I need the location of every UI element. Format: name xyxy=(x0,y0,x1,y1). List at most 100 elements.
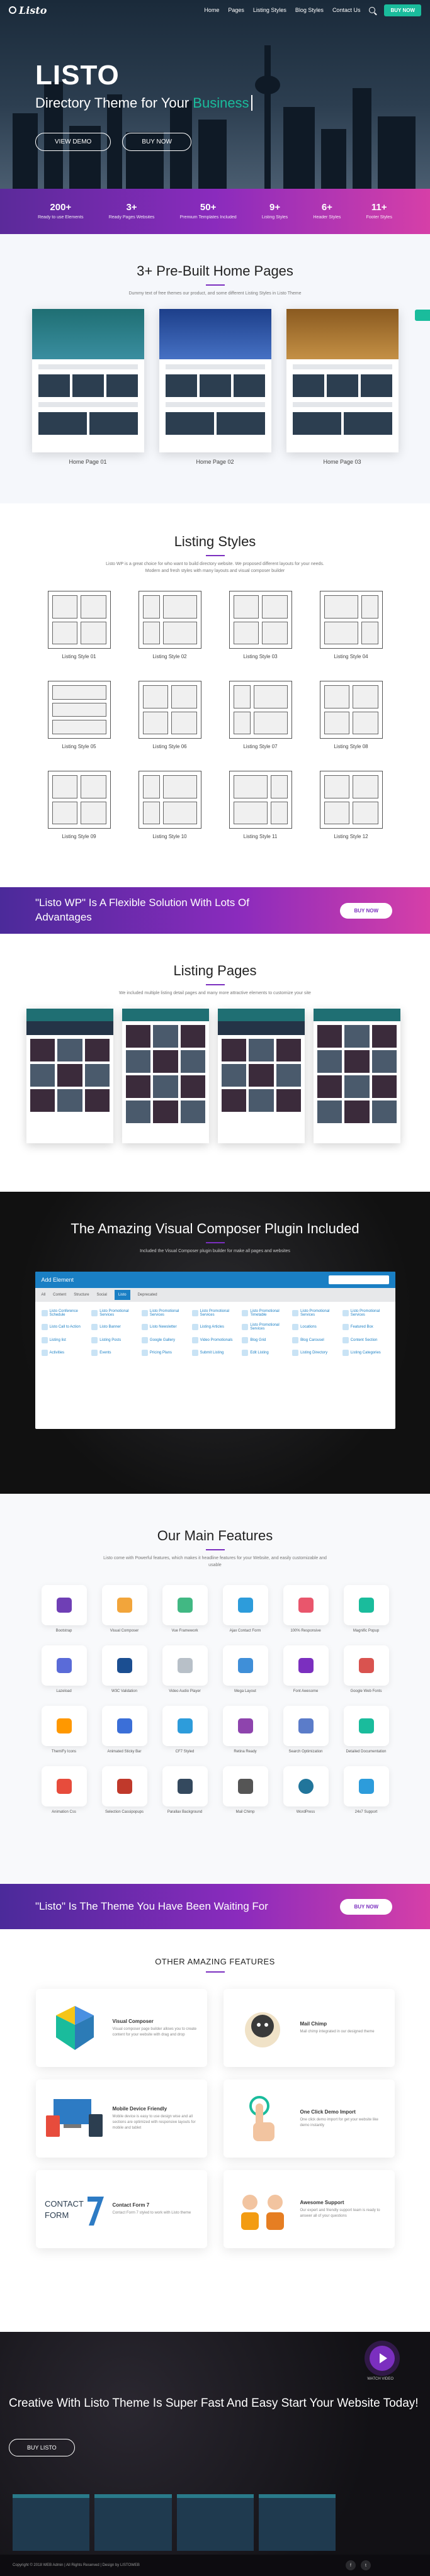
element-icon xyxy=(91,1309,98,1316)
element-label: Listing Posts xyxy=(99,1338,122,1342)
listing-page-preview[interactable] xyxy=(26,1008,113,1143)
element-label: Submit Listing xyxy=(200,1350,224,1355)
homepage-preview-image xyxy=(31,308,144,452)
element-icon xyxy=(191,1349,198,1356)
listing-style-wireframe xyxy=(319,681,383,739)
element-item[interactable]: Listo Promotional Services xyxy=(141,1309,188,1317)
element-item[interactable]: Listing list xyxy=(41,1336,88,1343)
tab-content[interactable]: Content xyxy=(53,1293,66,1297)
element-item[interactable]: Activities xyxy=(41,1349,88,1356)
element-item[interactable]: Locations xyxy=(292,1323,339,1331)
logo[interactable]: Listo xyxy=(9,4,47,16)
element-item[interactable]: Blog Grid xyxy=(242,1336,288,1343)
listing-style-card[interactable]: Listing Style 02 xyxy=(138,591,201,659)
listing-page-preview[interactable] xyxy=(314,1008,400,1143)
feature-label: W3C Validation xyxy=(111,1689,137,1693)
listing-pages-carousel[interactable] xyxy=(26,1008,430,1143)
visual-composer-icon xyxy=(116,1598,132,1613)
cta-buy-now-button[interactable]: BUY NOW xyxy=(340,902,392,919)
element-item[interactable]: Listing Categories xyxy=(342,1349,389,1356)
wordpress-icon xyxy=(298,1779,314,1794)
listing-style-card[interactable]: Listing Style 09 xyxy=(47,771,111,839)
element-tabs: All Content Structure Social Listo Depre… xyxy=(35,1287,395,1302)
element-icon xyxy=(191,1309,198,1316)
feature-item: Bootstrap xyxy=(41,1585,87,1633)
nav-contact[interactable]: Contact Us xyxy=(332,7,361,13)
listing-style-card[interactable]: Listing Style 11 xyxy=(229,771,292,839)
tab-all[interactable]: All xyxy=(42,1293,46,1297)
homepage-card[interactable]: Home Page 02 xyxy=(159,308,271,465)
listing-style-card[interactable]: Listing Style 07 xyxy=(229,681,292,749)
element-item[interactable]: Content Section xyxy=(342,1336,389,1343)
cta-text: "Listo" Is The Theme You Have Been Waiti… xyxy=(35,1900,268,1912)
element-item[interactable]: Listo Promotional Timetable xyxy=(242,1309,288,1317)
element-item[interactable]: Listing Directory xyxy=(292,1349,339,1356)
homepage-card[interactable]: Home Page 03 xyxy=(286,308,399,465)
element-label: Listo Promotional Services xyxy=(350,1309,380,1317)
listing-style-wireframe xyxy=(319,771,383,829)
element-item[interactable]: Listo Call to Action xyxy=(41,1323,88,1331)
listing-page-preview[interactable] xyxy=(122,1008,209,1143)
nav-buy-now-button[interactable]: BUY NOW xyxy=(384,4,421,16)
homepage-caption: Home Page 03 xyxy=(323,458,361,465)
logo-text: Listo xyxy=(19,4,47,16)
video-player-icon xyxy=(177,1658,193,1673)
nav-listing-styles[interactable]: Listing Styles xyxy=(253,7,286,13)
twitter-icon[interactable]: t xyxy=(361,2560,371,2570)
feature-card-desc: Contact Form 7 styled to work with Listo… xyxy=(112,2211,191,2215)
element-item[interactable]: Video Promotionals xyxy=(191,1336,239,1343)
element-item[interactable]: Listo Promotional Services xyxy=(191,1309,239,1317)
tab-social[interactable]: Social xyxy=(97,1293,107,1297)
element-item[interactable]: Listo Conference Schedule xyxy=(41,1309,88,1317)
element-item[interactable]: Events xyxy=(91,1349,138,1356)
listing-style-card[interactable]: Listing Style 04 xyxy=(319,591,383,659)
hero-buy-now-button[interactable]: BUY NOW xyxy=(122,133,191,151)
element-item[interactable]: Listing Posts xyxy=(91,1336,138,1343)
element-item[interactable]: Featured Box xyxy=(342,1323,389,1331)
element-item[interactable]: Listing Articles xyxy=(191,1323,239,1331)
element-item[interactable]: Blog Carousel xyxy=(292,1336,339,1343)
tab-deprecated[interactable]: Deprecated xyxy=(138,1293,157,1297)
element-item[interactable]: Google Gallery xyxy=(141,1336,188,1343)
feature-label: Detailed Documentation xyxy=(346,1750,387,1754)
element-item[interactable]: Listo Promotional Services xyxy=(292,1309,339,1317)
play-video-button[interactable] xyxy=(370,2346,395,2371)
cta-banner: "Listo WP" Is A Flexible Solution With L… xyxy=(0,887,430,934)
view-demo-button[interactable]: VIEW DEMO xyxy=(35,133,111,151)
listing-style-card[interactable]: Listing Style 10 xyxy=(138,771,201,839)
section-description: Dummy text of free themes our product, a… xyxy=(128,291,302,296)
element-label: Listo Promotional Services xyxy=(99,1309,129,1317)
feature-label: 24x7 Support xyxy=(354,1810,378,1814)
element-item[interactable]: Listo Promotional Services xyxy=(242,1323,288,1331)
nav-pages[interactable]: Pages xyxy=(228,7,244,13)
element-item[interactable]: Pricing Plans xyxy=(141,1349,188,1356)
element-item[interactable]: Listo Promotional Services xyxy=(91,1309,138,1317)
element-item[interactable]: Listo Promotional Services xyxy=(342,1309,389,1317)
element-item[interactable]: Listo Newsletter xyxy=(141,1323,188,1331)
search-icon[interactable] xyxy=(369,7,376,13)
tab-structure[interactable]: Structure xyxy=(74,1293,89,1297)
side-settings-tab[interactable] xyxy=(415,310,430,321)
listing-style-wireframe xyxy=(319,591,383,649)
listing-style-card[interactable]: Listing Style 12 xyxy=(319,771,383,839)
element-search-input[interactable] xyxy=(328,1275,389,1284)
listing-style-card[interactable]: Listing Style 06 xyxy=(138,681,201,749)
buy-listo-button[interactable]: BUY LISTO xyxy=(9,2439,75,2456)
lazyload-icon xyxy=(56,1658,72,1673)
element-item[interactable]: Edit Listing xyxy=(242,1349,288,1356)
hero-title: LISTO xyxy=(35,60,120,91)
homepage-card[interactable]: Home Page 01 xyxy=(31,308,144,465)
element-item[interactable]: Submit Listing xyxy=(191,1349,239,1356)
listing-style-card[interactable]: Listing Style 03 xyxy=(229,591,292,659)
element-item[interactable]: Listo Banner xyxy=(91,1323,138,1331)
facebook-icon[interactable]: f xyxy=(346,2560,356,2570)
listing-page-preview[interactable] xyxy=(218,1008,305,1143)
listing-style-card[interactable]: Listing Style 01 xyxy=(47,591,111,659)
nav-blog-styles[interactable]: Blog Styles xyxy=(295,7,324,13)
element-icon xyxy=(91,1336,98,1343)
listing-style-card[interactable]: Listing Style 05 xyxy=(47,681,111,749)
cta-buy-now-button[interactable]: BUY NOW xyxy=(340,1898,392,1915)
tab-listo[interactable]: Listo xyxy=(114,1289,130,1300)
nav-home[interactable]: Home xyxy=(204,7,219,13)
listing-style-card[interactable]: Listing Style 08 xyxy=(319,681,383,749)
